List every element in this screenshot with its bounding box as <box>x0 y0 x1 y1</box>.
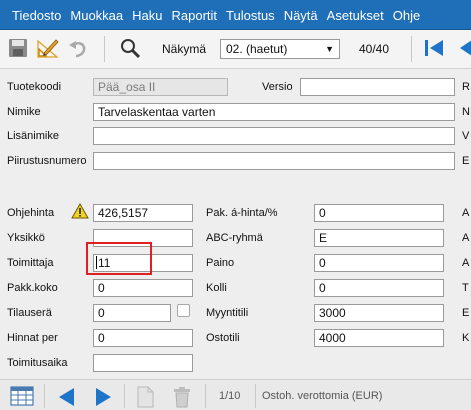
piirustusnumero-field[interactable] <box>93 152 455 170</box>
grid-view-button[interactable] <box>10 386 34 406</box>
search-button[interactable] <box>116 34 144 62</box>
toimittaja-label: Toimittaja <box>7 257 54 269</box>
ostotili-label: Ostotili <box>206 332 240 344</box>
highlight-box <box>86 242 152 275</box>
versio-field[interactable] <box>300 78 455 96</box>
menu-tiedosto[interactable]: Tiedosto <box>0 8 61 23</box>
price-status: Ostoh. verottomia (EUR) <box>262 390 383 402</box>
document-icon <box>137 386 154 408</box>
bottom-separator <box>205 384 206 408</box>
chevron-down-icon: ▼ <box>325 44 334 54</box>
abc-ryhma-label: ABC-ryhmä <box>206 232 263 244</box>
paino-label: Paino <box>206 257 235 269</box>
ostotili-field[interactable]: 4000 <box>314 329 444 347</box>
menu-raportit[interactable]: Raportit <box>163 8 218 23</box>
toimitusaika-label: Toimitusaika <box>7 357 68 369</box>
previous-record-button[interactable] <box>452 34 471 62</box>
bottom-bar: 1/10 Ostoh. verottomia (EUR) <box>0 379 471 410</box>
hinnatper-field[interactable]: 0 <box>93 329 193 347</box>
right-label-cropped: E <box>462 307 470 319</box>
right-label-cropped: A <box>462 207 470 219</box>
myyntitili-label: Myyntitili <box>206 307 249 319</box>
tilausera-field[interactable]: 0 <box>93 304 171 322</box>
piirustusnumero-label: Piirustusnumero <box>7 155 87 167</box>
right-label-cropped: N <box>462 106 470 118</box>
paino-field[interactable]: 0 <box>314 254 444 272</box>
tilausera-checkbox[interactable] <box>177 304 190 317</box>
pak-a-hinta-label: Pak. á-hinta/% <box>206 207 278 219</box>
toolbar-separator <box>411 36 412 62</box>
tuotekoodi-label: Tuotekoodi <box>7 81 62 93</box>
menu-ohje[interactable]: Ohje <box>384 8 420 23</box>
ohjehinta-field[interactable]: 426,5157 <box>93 204 193 222</box>
kolli-field[interactable]: 0 <box>314 279 444 297</box>
table-grid-icon <box>10 386 34 406</box>
right-label-cropped: V <box>462 130 470 142</box>
floppy-disk-icon <box>9 39 27 57</box>
view-select[interactable]: 02. (haetut) ▼ <box>220 39 340 59</box>
menu-asetukset[interactable]: Asetukset <box>318 8 384 23</box>
edit-button[interactable] <box>34 34 62 62</box>
toolbar: Näkymä 02. (haetut) ▼ 40/40 <box>0 30 471 69</box>
menu-nayta[interactable]: Näytä <box>275 8 318 23</box>
lisanimike-label: Lisänimike <box>7 130 59 142</box>
record-counter: 40/40 <box>359 42 390 56</box>
bottom-separator <box>124 384 125 408</box>
right-label-cropped: T <box>462 282 469 294</box>
tilausera-label: Tilauserä <box>7 307 52 319</box>
arrow-left-icon <box>460 40 471 56</box>
view-select-value: 02. (haetut) <box>226 42 288 56</box>
nimike-label: Nimike <box>7 106 41 118</box>
right-label-cropped: E <box>462 155 470 167</box>
menu-bar: Tiedosto Muokkaa Haku Raportit Tulostus … <box>0 0 471 30</box>
next-page-button[interactable] <box>92 386 114 408</box>
right-label-cropped: R <box>462 81 470 93</box>
skip-first-icon <box>425 40 443 56</box>
arrow-left-icon <box>59 388 74 406</box>
hinnatper-label: Hinnat per <box>7 332 58 344</box>
pak-a-hinta-field[interactable]: 0 <box>314 204 444 222</box>
ohjehinta-label: Ohjehinta <box>7 207 55 219</box>
bottom-separator <box>255 384 256 408</box>
toimitusaika-field[interactable] <box>93 354 193 372</box>
delete-row-button[interactable] <box>172 386 192 408</box>
pencil-ruler-icon <box>37 39 59 58</box>
myyntitili-field[interactable]: 3000 <box>314 304 444 322</box>
versio-label: Versio <box>262 81 293 93</box>
undo-button[interactable] <box>64 34 92 62</box>
trash-icon <box>174 387 190 408</box>
right-label-cropped: A <box>462 257 470 269</box>
menu-haku[interactable]: Haku <box>123 8 162 23</box>
warning-icon <box>71 203 89 219</box>
menu-muokkaa[interactable]: Muokkaa <box>61 8 123 23</box>
toolbar-separator <box>104 36 105 62</box>
arrow-right-icon <box>96 388 111 406</box>
right-label-cropped: A <box>462 232 470 244</box>
undo-icon <box>69 41 86 58</box>
view-label: Näkymä <box>162 42 207 56</box>
search-icon <box>121 39 141 59</box>
first-record-button[interactable] <box>420 34 448 62</box>
nimike-field[interactable]: Tarvelaskentaa varten <box>93 103 455 121</box>
pakkkoko-field[interactable]: 0 <box>93 279 193 297</box>
prev-page-button[interactable] <box>56 386 78 408</box>
kolli-label: Kolli <box>206 282 227 294</box>
page-indicator: 1/10 <box>219 390 241 402</box>
tuotekoodi-field[interactable]: Pää_osa II <box>93 78 228 96</box>
lisanimike-field[interactable] <box>93 127 455 145</box>
menu-tulostus[interactable]: Tulostus <box>217 8 275 23</box>
save-button[interactable] <box>4 34 32 62</box>
yksikko-label: Yksikkö <box>7 232 45 244</box>
pakkkoko-label: Pakk.koko <box>7 282 58 294</box>
bottom-separator <box>44 384 45 408</box>
abc-ryhma-field[interactable]: E <box>314 229 444 247</box>
new-row-button[interactable] <box>136 386 154 408</box>
right-label-cropped: K <box>462 332 470 344</box>
